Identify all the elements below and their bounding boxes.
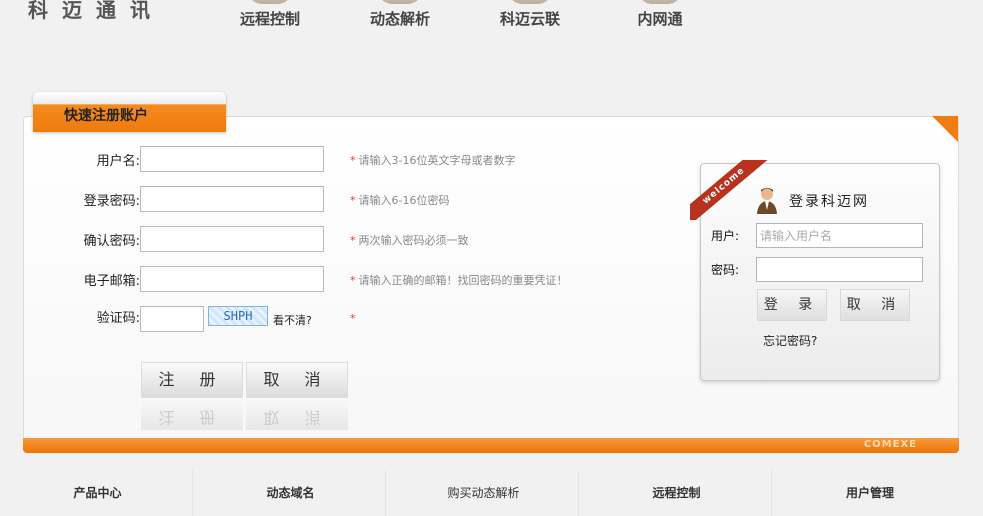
bottom-nav-user-management[interactable]: 用户管理 (775, 470, 965, 516)
password-hint: * 请输入6-16位密码 (350, 194, 450, 207)
bottom-nav-dynamic-dns[interactable]: 动态域名 (196, 470, 386, 516)
register-button[interactable]: 注 册 (141, 362, 243, 398)
captcha-input[interactable] (140, 306, 204, 332)
bottom-nav: 产品中心 动态域名 购买动态解析 远程控制 用户管理 (0, 470, 983, 516)
forgot-password-link[interactable]: 忘记密码? (763, 332, 817, 349)
login-user-label: 用户: (711, 229, 740, 243)
bottom-nav-products[interactable]: 产品中心 (3, 470, 193, 516)
username-row: 用户名: (40, 146, 324, 172)
panel-corner-decoration (932, 116, 958, 142)
password-label: 登录密码: (83, 193, 140, 209)
email-hint: * 请输入正确的邮箱！找回密码的重要凭证！ (350, 274, 568, 287)
panel-footer: COMEXE (23, 438, 959, 453)
captcha-refresh-link[interactable]: 看不清? (273, 312, 312, 328)
top-nav: 远程控制 动态解析 科迈云联 内网通 (205, 0, 725, 29)
email-label: 电子邮箱: (83, 273, 140, 289)
welcome-ribbon: welcome (690, 160, 770, 220)
brand-label: COMEXE (863, 439, 917, 450)
register-button-reflection: 注 册 (141, 398, 243, 430)
captcha-hint: * (350, 312, 356, 325)
nav-cloud[interactable]: 科迈云联 (465, 0, 595, 29)
nav-label: 科迈云联 (499, 10, 560, 28)
username-label: 用户名: (96, 153, 140, 169)
cancel-button-reflection: 取 消 (246, 398, 348, 430)
login-title: 登录科迈网 (789, 194, 869, 210)
nav-label: 内网通 (637, 10, 683, 28)
login-cancel-button[interactable]: 取 消 (840, 289, 910, 321)
captcha-image[interactable]: SHPH (208, 306, 268, 326)
email-row: 电子邮箱: (40, 266, 324, 292)
confirm-label: 确认密码: (83, 233, 140, 249)
confirm-hint: * 两次输入密码必须一致 (350, 234, 469, 247)
confirm-row: 确认密码: (40, 226, 324, 252)
bottom-nav-remote-control[interactable]: 远程控制 (582, 470, 772, 516)
username-input[interactable] (140, 146, 324, 172)
bottom-nav-buy-dns[interactable]: 购买动态解析 (389, 470, 579, 516)
login-pass-row: 密码: (711, 257, 923, 282)
captcha-label: 验证码: (96, 311, 140, 326)
confirm-password-input[interactable] (140, 226, 324, 252)
login-pass-label: 密码: (711, 263, 740, 277)
nav-remote-control[interactable]: 远程控制 (205, 0, 335, 29)
password-input[interactable] (140, 186, 324, 212)
nav-intranet[interactable]: 内网通 (595, 0, 725, 29)
password-row: 登录密码: (40, 186, 324, 212)
login-button[interactable]: 登 录 (757, 289, 827, 321)
site-logo[interactable]: 科迈通讯 (28, 0, 164, 23)
login-username-input[interactable] (756, 223, 923, 248)
nav-dynamic-dns[interactable]: 动态解析 (335, 0, 465, 29)
nav-label: 远程控制 (239, 10, 300, 28)
login-password-input[interactable] (756, 257, 923, 282)
register-tab-title: 快速注册账户 (64, 108, 148, 124)
login-user-row: 用户: (711, 223, 923, 248)
captcha-row: 验证码: SHPH 看不清? (40, 306, 312, 332)
register-cancel-button[interactable]: 取 消 (246, 362, 348, 398)
email-input[interactable] (140, 266, 324, 292)
nav-label: 动态解析 (369, 10, 430, 28)
register-tab: 快速注册账户 (33, 92, 226, 132)
username-hint: * 请输入3-16位英文字母或者数字 (350, 154, 516, 167)
